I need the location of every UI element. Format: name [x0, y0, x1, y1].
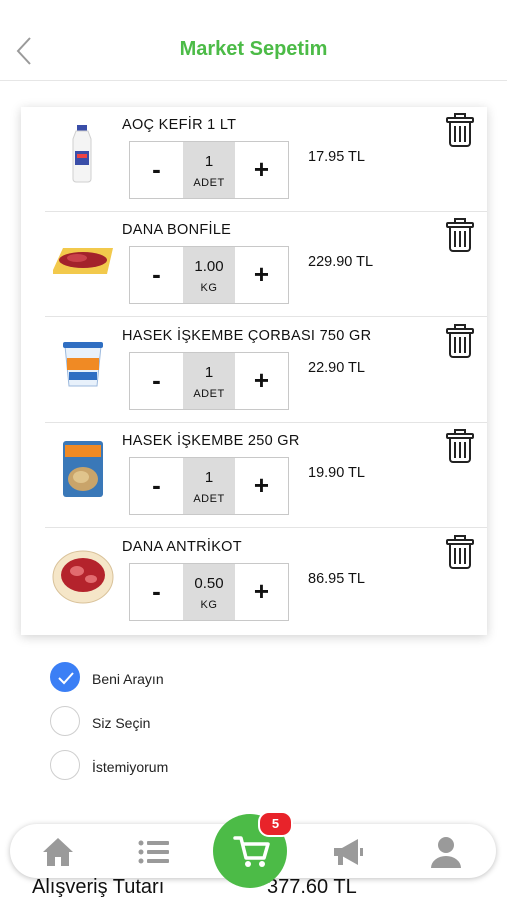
cart-item: DANA ANTRİKOT - 0.50 KG + 86.95 TL — [21, 529, 487, 634]
quantity-value: 1.00 — [194, 258, 224, 275]
trash-icon — [446, 218, 474, 252]
decrease-button[interactable]: - — [130, 458, 183, 514]
item-price: 22.90 TL — [308, 360, 365, 376]
trash-icon — [446, 535, 474, 569]
delete-button[interactable] — [445, 535, 475, 569]
option-label: Beni Arayın — [92, 671, 164, 687]
tripe-pack-image — [51, 437, 115, 501]
quantity-stepper: - 1.00 KG + — [129, 246, 289, 304]
header: Market Sepetim — [0, 0, 507, 81]
quantity-unit: ADET — [193, 177, 225, 189]
delete-button[interactable] — [445, 218, 475, 252]
quantity-unit: KG — [200, 599, 218, 611]
radio-button[interactable] — [50, 662, 80, 692]
quantity-display: 1 ADET — [183, 458, 235, 514]
soup-tub-image — [51, 332, 115, 396]
delete-button[interactable] — [445, 324, 475, 358]
quantity-unit: ADET — [193, 388, 225, 400]
quantity-display: 1 ADET — [183, 353, 235, 409]
increase-button[interactable]: + — [235, 458, 288, 514]
item-name: DANA ANTRİKOT — [122, 539, 242, 555]
delete-button[interactable] — [445, 429, 475, 463]
megaphone-icon — [334, 839, 363, 865]
increase-button[interactable]: + — [235, 353, 288, 409]
page-title: Market Sepetim — [179, 38, 328, 60]
home-icon — [43, 838, 73, 866]
increase-button[interactable]: + — [235, 247, 288, 303]
option-label: Siz Seçin — [92, 715, 151, 731]
item-name: HASEK İŞKEMBE 250 GR — [122, 433, 300, 449]
quantity-value: 1 — [204, 153, 214, 170]
increase-button[interactable]: + — [235, 564, 288, 620]
item-price: 229.90 TL — [308, 254, 374, 270]
kefir-bottle-image — [51, 121, 115, 185]
decrease-button[interactable]: - — [130, 353, 183, 409]
cart-item: HASEK İŞKEMBE 250 GR - 1 ADET + 19.90 TL — [21, 423, 487, 528]
quantity-unit: ADET — [193, 493, 225, 505]
trash-icon — [446, 324, 474, 358]
total-label: Alışveriş Tutarı — [32, 876, 165, 898]
nav-campaigns[interactable] — [330, 834, 366, 870]
beef-tenderloin-image — [51, 226, 115, 290]
option-label: İstemiyorum — [92, 759, 169, 775]
cart-list: AOÇ KEFİR 1 LT - 1 ADET + 17.95 TL DANA … — [21, 107, 487, 635]
cart-item: DANA BONFİLE - 1.00 KG + 229.90 TL — [21, 212, 487, 317]
item-price: 17.95 TL — [308, 149, 365, 165]
item-name: DANA BONFİLE — [122, 222, 232, 238]
increase-button[interactable]: + — [235, 142, 288, 198]
item-name: AOÇ KEFİR 1 LT — [122, 117, 237, 133]
list-icon — [138, 840, 169, 864]
trash-icon — [446, 429, 474, 463]
quantity-display: 1 ADET — [183, 142, 235, 198]
quantity-value: 1 — [204, 364, 214, 381]
item-price: 19.90 TL — [308, 465, 365, 481]
delete-button[interactable] — [445, 113, 475, 147]
cart-item: HASEK İŞKEMBE ÇORBASI 750 GR - 1 ADET + … — [21, 318, 487, 423]
quantity-stepper: - 1 ADET + — [129, 141, 289, 199]
quantity-value: 0.50 — [194, 575, 224, 592]
quantity-display: 1.00 KG — [183, 247, 235, 303]
nav-home[interactable] — [40, 834, 76, 870]
item-price: 86.95 TL — [308, 571, 365, 587]
decrease-button[interactable]: - — [130, 564, 183, 620]
quantity-unit: KG — [200, 282, 218, 294]
nav-profile[interactable] — [428, 834, 464, 870]
checkmark-icon — [58, 672, 74, 685]
quantity-display: 0.50 KG — [183, 564, 235, 620]
quantity-stepper: - 1 ADET + — [129, 352, 289, 410]
cart-badge: 5 — [258, 811, 293, 837]
quantity-value: 1 — [204, 469, 214, 486]
divider — [45, 527, 487, 528]
ribeye-plate-image — [51, 543, 115, 607]
cart-item: AOÇ KEFİR 1 LT - 1 ADET + 17.95 TL — [21, 107, 487, 212]
decrease-button[interactable]: - — [130, 247, 183, 303]
decrease-button[interactable]: - — [130, 142, 183, 198]
trash-icon — [446, 113, 474, 147]
divider — [45, 316, 487, 317]
quantity-stepper: - 1 ADET + — [129, 457, 289, 515]
item-name: HASEK İŞKEMBE ÇORBASI 750 GR — [122, 328, 372, 344]
nav-list[interactable] — [136, 834, 172, 870]
radio-button[interactable] — [50, 706, 80, 736]
quantity-stepper: - 0.50 KG + — [129, 563, 289, 621]
radio-button[interactable] — [50, 750, 80, 780]
user-icon — [431, 837, 461, 868]
